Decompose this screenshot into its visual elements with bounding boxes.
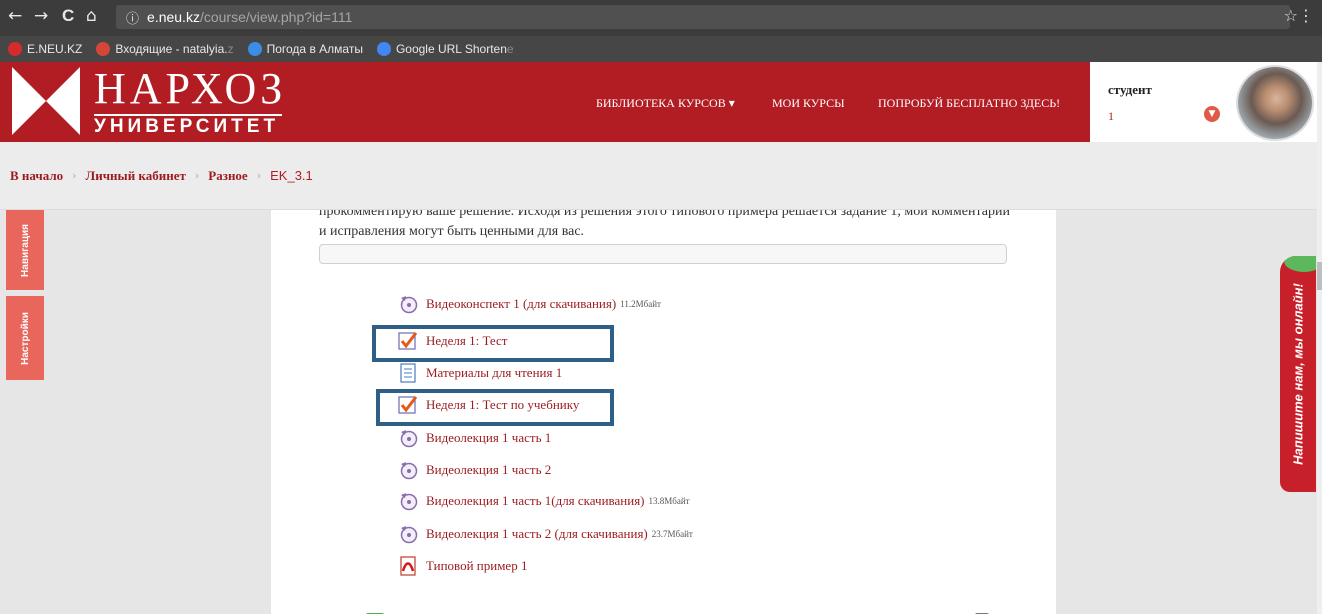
breadcrumb-separator: › bbox=[256, 169, 262, 182]
bookmark-item[interactable]: Погода в Алматы bbox=[247, 42, 363, 56]
activity-link[interactable]: Материалы для чтения 1 bbox=[426, 365, 562, 381]
breadcrumb-home[interactable]: В начало bbox=[10, 168, 63, 184]
bookmark-label: Google URL Shorten bbox=[395, 42, 507, 56]
activity-item[interactable]: Видеолекция 1 часть 2 bbox=[398, 460, 551, 480]
activity-link[interactable]: Видеолекция 1 часть 2 (для скачивания) bbox=[426, 526, 648, 542]
nav-try-free[interactable]: ПОПРОБУЙ БЕСПЛАТНО ЗДЕСЬ! bbox=[878, 96, 1060, 111]
bookmark-item[interactable]: Входящие - natalyia. z bbox=[96, 42, 234, 56]
video-icon bbox=[398, 491, 418, 511]
bookmark-favicon-icon bbox=[376, 42, 391, 56]
forward-icon[interactable]: → bbox=[34, 6, 48, 26]
breadcrumb-separator: › bbox=[194, 169, 200, 182]
bookmark-favicon-icon bbox=[8, 42, 22, 56]
logo-subtitle: УНИВЕРСИТЕТ bbox=[94, 116, 280, 137]
breadcrumb: В начало › Личный кабинет › Разное › EK_… bbox=[0, 142, 1322, 210]
user-menu[interactable]: студент 1 ▼ bbox=[1090, 62, 1322, 142]
activity-item[interactable]: Видеолекция 1 часть 1(для скачивания) 13.… bbox=[398, 491, 690, 511]
browser-menu-icon[interactable]: ⋮ bbox=[1298, 6, 1314, 25]
bookmark-favicon-icon bbox=[247, 42, 262, 56]
nav-course-library[interactable]: БИБЛИОТЕКА КУРСОВ ▾ bbox=[596, 96, 735, 111]
bookmark-label: Погода в Алматы bbox=[266, 42, 363, 56]
activity-item[interactable]: Видеолекция 1 часть 2 (для скачивания) 23… bbox=[398, 524, 693, 544]
section-summary-box bbox=[319, 244, 1007, 264]
file-size: 13.8Мбайт bbox=[648, 496, 690, 506]
chevron-down-icon[interactable]: ▼ bbox=[1204, 106, 1220, 122]
activity-link[interactable]: Видеолекция 1 часть 1 bbox=[426, 430, 551, 446]
tab-settings[interactable]: Настройки bbox=[6, 296, 44, 380]
online-indicator bbox=[1284, 256, 1316, 272]
bookmark-label-fade: z bbox=[227, 42, 234, 56]
tab-navigation-label: Навигация bbox=[19, 223, 31, 277]
reload-icon[interactable]: C bbox=[62, 6, 74, 26]
pdf-icon bbox=[398, 556, 418, 576]
scrollbar-thumb[interactable] bbox=[1317, 262, 1322, 290]
breadcrumb-misc[interactable]: Разное bbox=[208, 168, 247, 184]
activity-link[interactable]: Типовой пример 1 bbox=[426, 558, 527, 574]
activity-link[interactable]: Видеолекция 1 часть 1(для скачивания) bbox=[426, 493, 645, 509]
tab-settings-label: Настройки bbox=[19, 311, 31, 365]
video-icon bbox=[398, 294, 418, 314]
activity-item[interactable]: Материалы для чтения 1 bbox=[398, 363, 562, 383]
bookmark-star-icon[interactable]: ☆ bbox=[1284, 6, 1298, 25]
bookmark-label: Входящие - natalyia. bbox=[115, 42, 228, 56]
back-icon[interactable]: ← bbox=[8, 6, 22, 26]
section-summary: прокомментирую ваше решение. Исходя из р… bbox=[319, 210, 1010, 239]
logo[interactable]: НАРХОЗ УНИВЕРСИТЕТ bbox=[12, 64, 312, 139]
breadcrumb-dashboard[interactable]: Личный кабинет bbox=[86, 168, 186, 184]
bookmark-item[interactable]: Google URL Shorten e bbox=[376, 42, 514, 56]
file-size: 23.7Мбайт bbox=[651, 529, 693, 539]
live-chat-label: Напишите нам, мы онлайн! bbox=[1290, 283, 1306, 465]
activity-link[interactable]: Видеолекция 1 часть 2 bbox=[426, 462, 551, 478]
bookmark-item[interactable]: E.NEU.KZ bbox=[8, 42, 82, 56]
live-chat-button[interactable]: Напишите нам, мы онлайн! bbox=[1280, 256, 1316, 492]
activity-item[interactable]: Типовой пример 1 bbox=[398, 556, 527, 576]
site-info-icon[interactable]: ⓘ bbox=[126, 8, 139, 27]
breadcrumb-separator: › bbox=[72, 169, 77, 182]
browser-toolbar: ← → C ⌂ ⓘ e.neu.kz/course/view.php?id=11… bbox=[0, 0, 1322, 36]
breadcrumb-current: EK_3.1 bbox=[270, 168, 313, 183]
nav-my-courses[interactable]: МОИ КУРСЫ bbox=[772, 96, 845, 111]
highlight-box bbox=[372, 325, 614, 362]
activity-item[interactable]: Видеоконспект 1 (для скачивания) 11.2Мбай… bbox=[398, 294, 661, 314]
logo-title: НАРХОЗ bbox=[94, 64, 287, 113]
video-icon bbox=[398, 460, 418, 480]
video-icon bbox=[398, 524, 418, 544]
page-icon bbox=[398, 363, 418, 383]
address-bar[interactable]: ⓘ e.neu.kz/course/view.php?id=111 bbox=[116, 5, 1290, 29]
tab-navigation[interactable]: Навигация bbox=[6, 210, 44, 290]
highlight-box bbox=[376, 389, 614, 426]
user-role: студент bbox=[1108, 82, 1152, 97]
bookmarks-bar: E.NEU.KZ Входящие - natalyia. z Погода в Ал… bbox=[0, 36, 1322, 62]
activity-item[interactable]: Видеолекция 1 часть 1 bbox=[398, 428, 551, 448]
bookmark-favicon-icon bbox=[96, 42, 111, 56]
file-size: 11.2Мбайт bbox=[620, 299, 661, 309]
url-host: e.neu.kz bbox=[147, 9, 200, 25]
course-content: прокомментирую ваше решение. Исходя из р… bbox=[271, 210, 1056, 614]
avatar[interactable] bbox=[1236, 65, 1314, 141]
bookmark-label: E.NEU.KZ bbox=[27, 42, 83, 56]
page-scrollbar[interactable] bbox=[1317, 62, 1322, 614]
activity-link[interactable]: Видеоконспект 1 (для скачивания) bbox=[426, 296, 616, 312]
video-icon bbox=[398, 428, 418, 448]
home-icon[interactable]: ⌂ bbox=[86, 6, 97, 26]
user-id: 1 bbox=[1108, 109, 1114, 123]
url-path: /course/view.php?id=111 bbox=[199, 9, 353, 25]
site-header: НАРХОЗ УНИВЕРСИТЕТ БИБЛИОТЕКА КУРСОВ ▾ М… bbox=[0, 62, 1090, 142]
bookmark-label-fade: e bbox=[506, 42, 514, 56]
